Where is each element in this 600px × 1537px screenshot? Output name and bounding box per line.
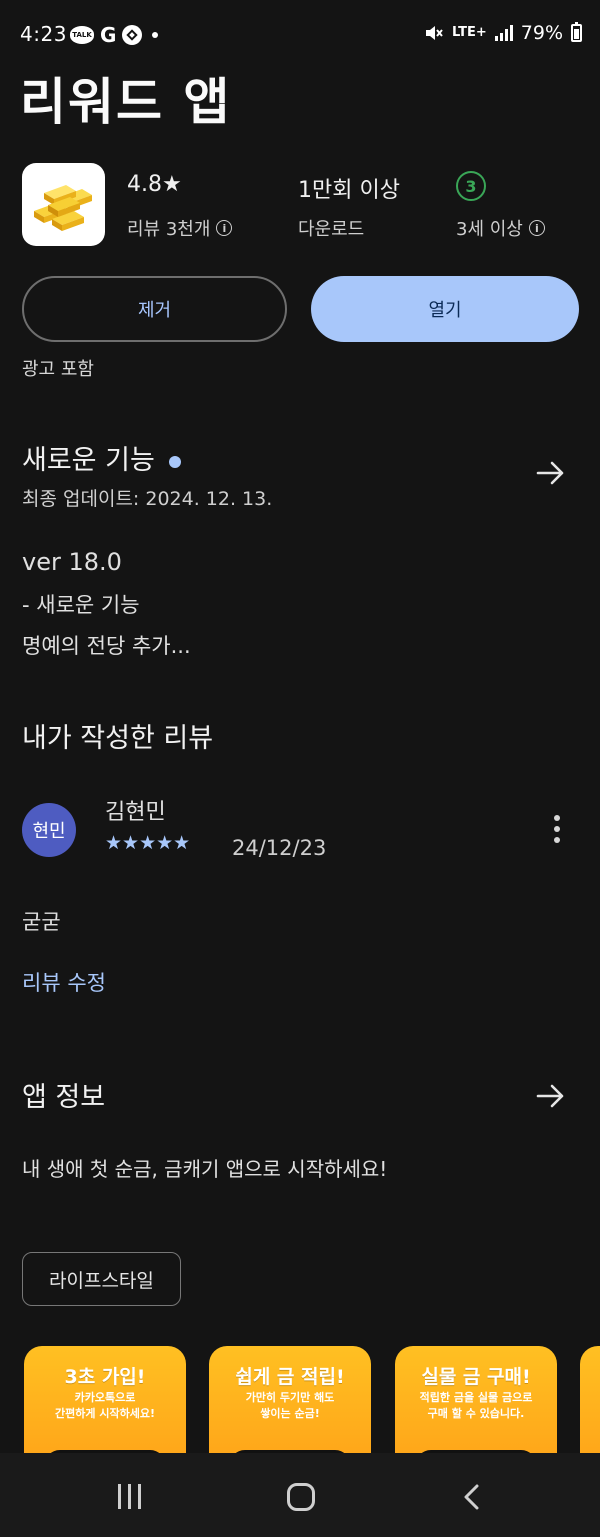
reviewer-name: 김현민 bbox=[105, 800, 166, 825]
last-updated: 최종 업데이트: 2024. 12. 13. bbox=[22, 488, 273, 510]
screenshot-title: 실물 금 구매! bbox=[421, 1366, 531, 1388]
mute-icon bbox=[425, 26, 443, 40]
screenshot-subtitle: 가만히 두기만 해도 쌓이는 순금! bbox=[245, 1391, 335, 1420]
review-date: 24/12/23 bbox=[232, 836, 327, 860]
changelog-line-2: 명예의 전당 추가... bbox=[22, 634, 191, 658]
package-icon bbox=[122, 25, 143, 45]
version: ver 18.0 bbox=[22, 548, 122, 576]
kakaotalk-icon: TALK bbox=[70, 26, 94, 44]
home-icon[interactable] bbox=[287, 1483, 315, 1511]
back-icon[interactable] bbox=[463, 1484, 479, 1510]
my-review-title: 내가 작성한 리뷰 bbox=[22, 723, 214, 754]
screenshot-subtitle: 카카오톡으로 간편하게 시작하세요! bbox=[55, 1391, 155, 1420]
google-icon: G bbox=[100, 23, 117, 47]
network-type: LTE+ bbox=[451, 25, 487, 40]
app-description: 내 생애 첫 순금, 금캐기 앱으로 시작하세요! bbox=[22, 1157, 388, 1181]
system-icons: LTE+ 79% bbox=[424, 22, 582, 44]
signal-icon bbox=[494, 25, 513, 41]
recent-apps-icon[interactable] bbox=[118, 1484, 141, 1509]
star-rating: ★★★★★ bbox=[105, 832, 191, 854]
age-rating-badge: 3 bbox=[456, 171, 486, 201]
gold-bars-icon bbox=[34, 185, 92, 231]
notification-icons: TALK G bbox=[70, 22, 159, 48]
screenshot-title: 3초 가입! bbox=[64, 1366, 146, 1388]
review-count-label: 리뷰 3천개 bbox=[127, 219, 211, 240]
age-rating[interactable]: 3세 이상 i bbox=[456, 215, 545, 241]
arrow-right-icon[interactable] bbox=[536, 1081, 566, 1111]
edit-review-link[interactable]: 리뷰 수정 bbox=[22, 967, 106, 997]
whats-new-title: 새로운 기능 bbox=[22, 445, 155, 476]
whats-new-header[interactable]: 새로운 기능 bbox=[22, 438, 181, 477]
changelog-line-1: - 새로운 기능 bbox=[22, 593, 140, 617]
status-time: 4:23 bbox=[20, 22, 67, 46]
downloads-value: 1만회 이상 bbox=[298, 178, 400, 203]
more-notifications-icon bbox=[152, 32, 159, 38]
about-title[interactable]: 앱 정보 bbox=[22, 1075, 105, 1114]
app-title: 리워드 앱 bbox=[20, 73, 232, 131]
review-text: 굳굳 bbox=[22, 910, 61, 934]
rating-value: 4.8★ bbox=[127, 172, 182, 197]
more-options-icon[interactable] bbox=[554, 815, 560, 843]
battery-percent: 79% bbox=[520, 22, 563, 44]
new-indicator-dot bbox=[168, 455, 181, 468]
downloads-label: 다운로드 bbox=[298, 219, 365, 240]
open-button[interactable]: 열기 bbox=[311, 276, 579, 342]
age-rating-label: 3세 이상 bbox=[456, 219, 523, 240]
info-icon[interactable]: i bbox=[528, 220, 545, 236]
screenshot-title: 쉽게 금 적립! bbox=[235, 1366, 345, 1388]
app-icon bbox=[22, 163, 105, 246]
battery-icon bbox=[571, 22, 582, 42]
arrow-right-icon[interactable] bbox=[536, 458, 566, 488]
screenshot-subtitle: 적립한 금을 실물 금으로 구매 할 수 있습니다. bbox=[419, 1391, 533, 1420]
avatar: 현민 bbox=[22, 803, 76, 857]
category-chip[interactable]: 라이프스타일 bbox=[22, 1252, 181, 1306]
status-bar: 4:23 TALK G LTE+ 79% bbox=[0, 0, 600, 70]
review-count[interactable]: 리뷰 3천개 i bbox=[127, 215, 233, 241]
uninstall-button[interactable]: 제거 bbox=[22, 276, 287, 342]
info-icon[interactable]: i bbox=[216, 220, 233, 236]
ads-note: 광고 포함 bbox=[22, 359, 94, 380]
